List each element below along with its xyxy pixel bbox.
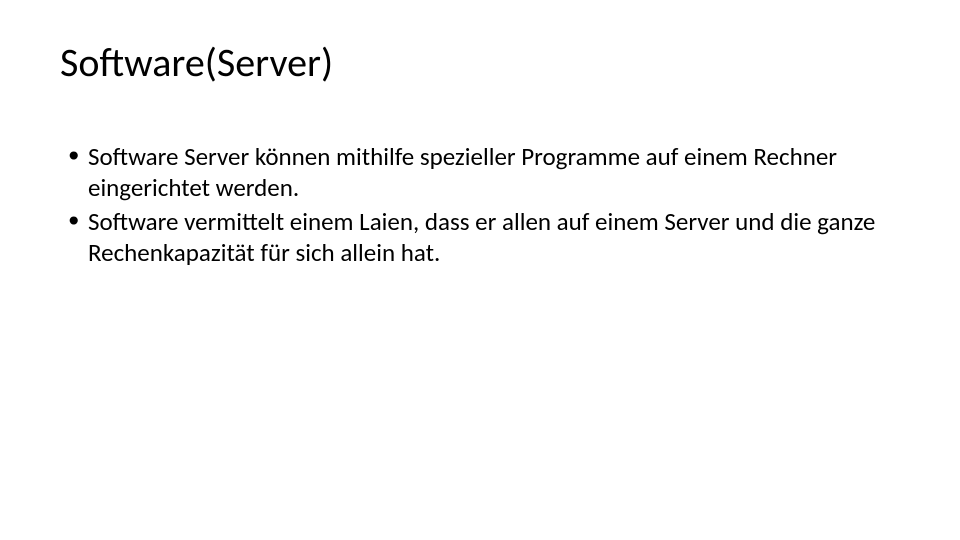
- bullet-item: Software Server können mithilfe speziell…: [68, 141, 900, 204]
- bullet-list: Software Server können mithilfe speziell…: [60, 141, 900, 268]
- slide-title: Software(Server): [60, 38, 900, 87]
- bullet-item: Software vermittelt einem Laien, dass er…: [68, 206, 900, 269]
